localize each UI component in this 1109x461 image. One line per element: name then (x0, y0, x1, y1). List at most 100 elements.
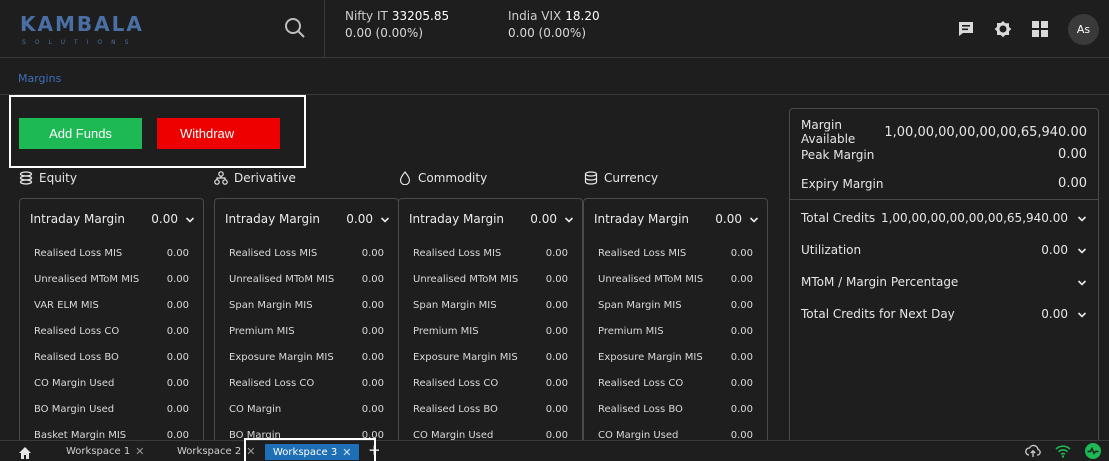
row-value: 0.00 (166, 325, 189, 337)
row-label: Premium MIS (413, 325, 479, 337)
list-item: Exposure Margin MIS 0.00 (598, 344, 753, 370)
chevron-down-icon[interactable] (1077, 213, 1087, 223)
row-label: CO Margin Used (598, 429, 679, 441)
list-item: Premium MIS 0.00 (413, 318, 568, 344)
segment-title-commodity: Commodity (398, 171, 487, 186)
row-label: Realised Loss CO (413, 377, 499, 389)
segment-title-currency: Currency (584, 171, 658, 185)
ticker-change: 0.00 (0.00%) (508, 26, 587, 40)
intraday-margin-value: 0.00 (530, 212, 557, 226)
wifi-icon (1055, 443, 1071, 459)
message-icon[interactable] (955, 18, 977, 40)
utilization-row[interactable]: Utilization 0.00 (801, 243, 1087, 257)
row-value: 0.00 (730, 403, 753, 415)
commodity-icon (398, 171, 412, 186)
row-value: 0.00 (166, 429, 189, 441)
row-label: Exposure Margin MIS (413, 351, 518, 363)
divider (790, 199, 1098, 200)
row-value: 0.00 (730, 377, 753, 389)
list-item: Unrealised MToM MIS 0.00 (229, 266, 384, 292)
total-credits-row[interactable]: Total Credits 1,00,00,00,00,00,00,65,940… (801, 211, 1087, 225)
row-value: 0.00 (730, 325, 753, 337)
tab-workspace-1[interactable]: Workspace 1 ✕ (66, 445, 144, 458)
mtom-percentage-row[interactable]: MToM / Margin Percentage (801, 275, 1087, 289)
intraday-margin-value: 0.00 (346, 212, 373, 226)
list-item: Realised Loss MIS 0.00 (229, 240, 384, 266)
intraday-margin-label: Intraday Margin (409, 212, 505, 226)
row-value: 0.00 (361, 351, 384, 363)
total-credits-next-day-row[interactable]: Total Credits for Next Day 0.00 (801, 307, 1087, 321)
list-item: Exposure Margin MIS 0.00 (413, 344, 568, 370)
row-label: Basket Margin MIS (34, 429, 127, 441)
row-label: Premium MIS (598, 325, 664, 337)
heartbeat-icon (1085, 443, 1101, 459)
upload-icon[interactable] (1025, 443, 1041, 459)
summary-label: Total Credits (801, 211, 876, 225)
row-value: 0.00 (166, 273, 189, 285)
row-label: CO Margin Used (413, 429, 494, 441)
row-value: 0.00 (361, 273, 384, 285)
ticker-nifty-it[interactable]: Nifty IT 33205.85 0.00 (0.00%) (345, 8, 449, 42)
breadcrumb-margins[interactable]: Margins (18, 72, 61, 85)
active-tab-highlight (244, 438, 376, 461)
chevron-down-icon[interactable] (380, 214, 390, 224)
list-item: Span Margin MIS 0.00 (413, 292, 568, 318)
row-value: 0.00 (545, 429, 568, 441)
brand-name: KAMBALA (20, 12, 144, 36)
add-workspace-button[interactable]: + (368, 441, 381, 459)
list-item: Premium MIS 0.00 (598, 318, 753, 344)
row-label: VAR ELM MIS (34, 299, 99, 311)
expiry-margin-row: Expiry Margin 0.00 (801, 176, 1087, 191)
margin-rows: Realised Loss MIS 0.00 Unrealised MToM MI… (413, 240, 568, 448)
row-value: 0.00 (545, 377, 568, 389)
ticker-name: India VIX (508, 9, 562, 23)
row-label: Unrealised MToM MIS (413, 273, 519, 285)
row-label: Realised Loss MIS (413, 247, 502, 259)
segment-card-currency: Intraday Margin 0.00 Realised Loss MIS 0.… (583, 198, 768, 448)
search-icon[interactable] (283, 16, 307, 40)
intraday-margin-value: 0.00 (151, 212, 178, 226)
row-value: 0.00 (730, 351, 753, 363)
ticker-name: Nifty IT (345, 9, 388, 23)
segment-label: Currency (604, 171, 659, 185)
list-item: Realised Loss MIS 0.00 (413, 240, 568, 266)
ticker-value: 18.20 (565, 9, 600, 23)
home-icon[interactable] (18, 445, 32, 459)
intraday-margin-toggle[interactable]: Intraday Margin 0.00 (409, 212, 574, 226)
row-value: 0.00 (545, 403, 568, 415)
chevron-down-icon[interactable] (1077, 245, 1087, 255)
ticker-india-vix[interactable]: India VIX 18.20 0.00 (0.00%) (508, 8, 600, 42)
list-item: Realised Loss BO 0.00 (598, 396, 753, 422)
intraday-margin-toggle[interactable]: Intraday Margin 0.00 (594, 212, 759, 226)
row-value: 0.00 (166, 247, 189, 259)
theme-toggle-icon[interactable] (992, 18, 1014, 40)
summary-label: Total Credits for Next Day (801, 307, 955, 321)
intraday-margin-toggle[interactable]: Intraday Margin 0.00 (225, 212, 390, 226)
list-item: Realised Loss CO 0.00 (413, 370, 568, 396)
chevron-down-icon[interactable] (1077, 309, 1087, 319)
row-label: Realised Loss CO (34, 325, 120, 337)
chevron-down-icon[interactable] (185, 214, 195, 224)
row-value: 0.00 (361, 247, 384, 259)
intraday-margin-label: Intraday Margin (225, 212, 321, 226)
close-icon[interactable]: ✕ (135, 445, 144, 458)
add-funds-button[interactable]: Add Funds (19, 118, 142, 149)
row-label: Realised Loss BO (413, 403, 498, 415)
withdraw-button[interactable]: Withdraw (157, 118, 280, 149)
avatar[interactable]: As (1068, 13, 1099, 45)
apps-grid-icon[interactable] (1029, 18, 1051, 40)
list-item: Unrealised MToM MIS 0.00 (413, 266, 568, 292)
summary-label: Margin Available (801, 118, 856, 146)
intraday-margin-label: Intraday Margin (30, 212, 126, 226)
row-label: Unrealised MToM MIS (598, 273, 704, 285)
chevron-down-icon[interactable] (749, 214, 759, 224)
list-item: Exposure Margin MIS 0.00 (229, 344, 384, 370)
summary-label: Utilization (801, 243, 862, 257)
intraday-margin-toggle[interactable]: Intraday Margin 0.00 (30, 212, 195, 226)
row-value: 0.00 (361, 325, 384, 337)
brand-logo[interactable]: KAMBALA SOLUTIONS (20, 8, 150, 48)
row-label: Span Margin MIS (598, 299, 682, 311)
chevron-down-icon[interactable] (1077, 277, 1087, 287)
chevron-down-icon[interactable] (564, 214, 574, 224)
row-value: 0.00 (730, 273, 753, 285)
